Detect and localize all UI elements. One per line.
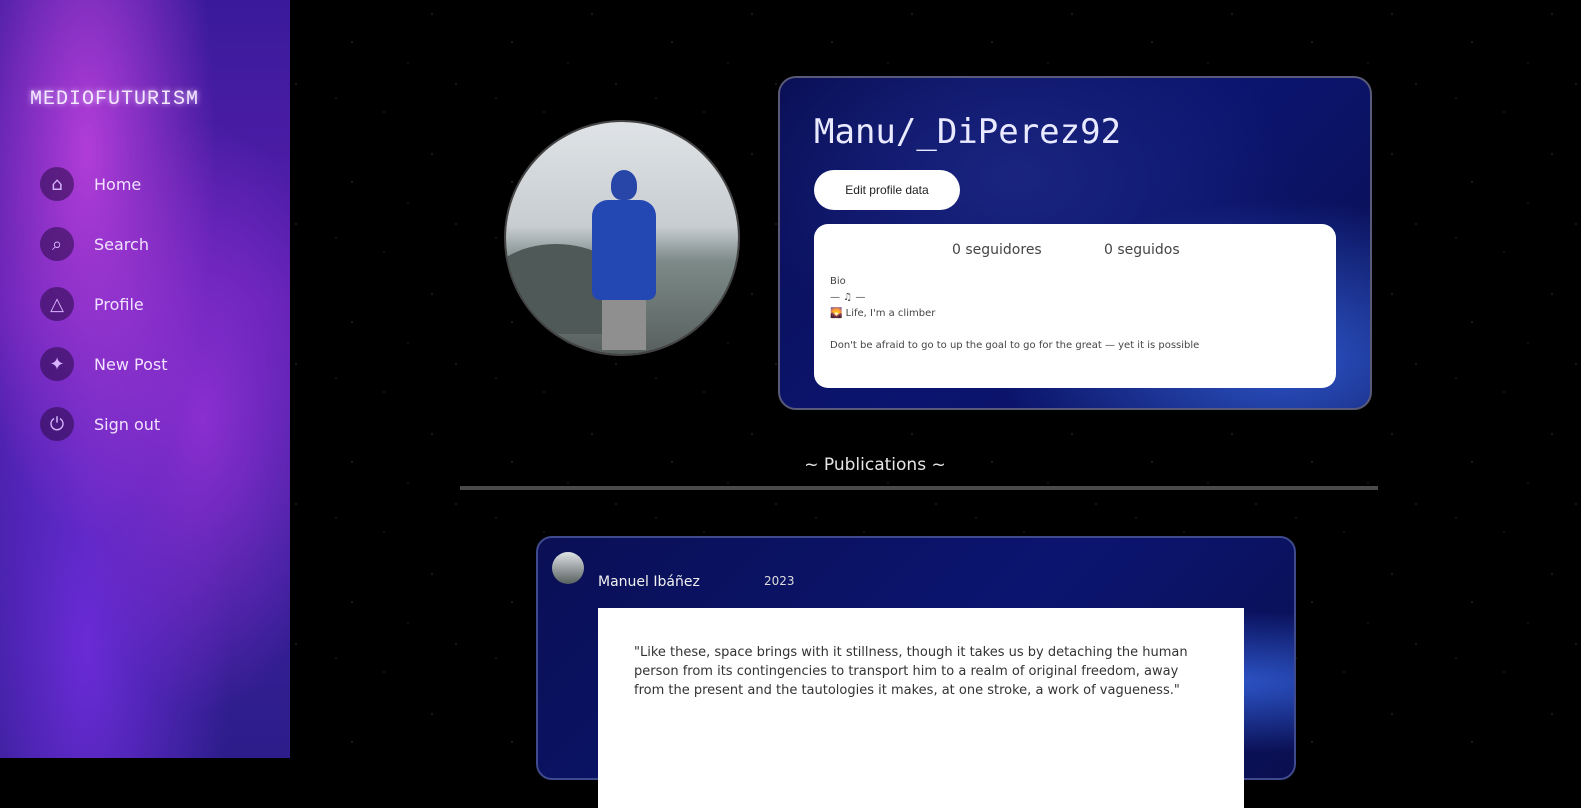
sidebar-item-label: Home <box>94 174 142 194</box>
bio-line: 🌄 Life, I'm a climber <box>830 308 936 319</box>
app-logo: MEDIOFUTURISM <box>30 88 200 111</box>
sidebar-item-label: Search <box>94 234 149 254</box>
profile-card: Manu/_DiPerez92 Edit profile data 0 segu… <box>778 76 1372 410</box>
post-body: "Like these, space brings with it stilln… <box>598 608 1244 808</box>
sidebar: MEDIOFUTURISM ⌂ Home ⌕ Search △ Profile … <box>0 0 290 758</box>
publications-title: ~ Publications ~ <box>804 455 946 475</box>
sidebar-item-search[interactable]: ⌕ Search <box>40 224 260 264</box>
sidebar-item-sign-out[interactable]: ⏻ Sign out <box>40 404 260 444</box>
bio-line: Don't be afraid to go to up the goal to … <box>830 340 1200 351</box>
profile-avatar <box>506 122 738 354</box>
profile-username: Manu/_DiPerez92 <box>814 112 1122 152</box>
sidebar-item-label: Profile <box>94 294 144 314</box>
profile-info-box: 0 seguidores 0 seguidos Bio — ♫ — 🌄 Life… <box>814 224 1336 388</box>
sidebar-item-label: Sign out <box>94 414 161 434</box>
sidebar-item-label: New Post <box>94 354 168 374</box>
bio-line: Bio <box>830 276 846 287</box>
profile-icon: △ <box>40 287 74 321</box>
new-post-icon: ✦ <box>40 347 74 381</box>
bio-line: — ♫ — <box>830 292 866 303</box>
post-card: Manuel Ibáñez 2023 "Like these, space br… <box>536 536 1296 808</box>
following-count[interactable]: 0 seguidos <box>1104 242 1180 258</box>
search-icon: ⌕ <box>40 227 74 261</box>
avatar-person <box>592 170 656 350</box>
followers-count[interactable]: 0 seguidores <box>952 242 1042 258</box>
post-date: 2023 <box>764 574 795 588</box>
sidebar-item-home[interactable]: ⌂ Home <box>40 164 260 204</box>
edit-profile-button[interactable]: Edit profile data <box>814 170 960 210</box>
sidebar-item-new-post[interactable]: ✦ New Post <box>40 344 260 384</box>
sidebar-item-profile[interactable]: △ Profile <box>40 284 260 324</box>
sign-out-icon: ⏻ <box>40 407 74 441</box>
post-author-avatar[interactable] <box>552 552 584 584</box>
section-divider <box>460 486 1378 490</box>
home-icon: ⌂ <box>40 167 74 201</box>
post-author[interactable]: Manuel Ibáñez <box>598 574 700 590</box>
